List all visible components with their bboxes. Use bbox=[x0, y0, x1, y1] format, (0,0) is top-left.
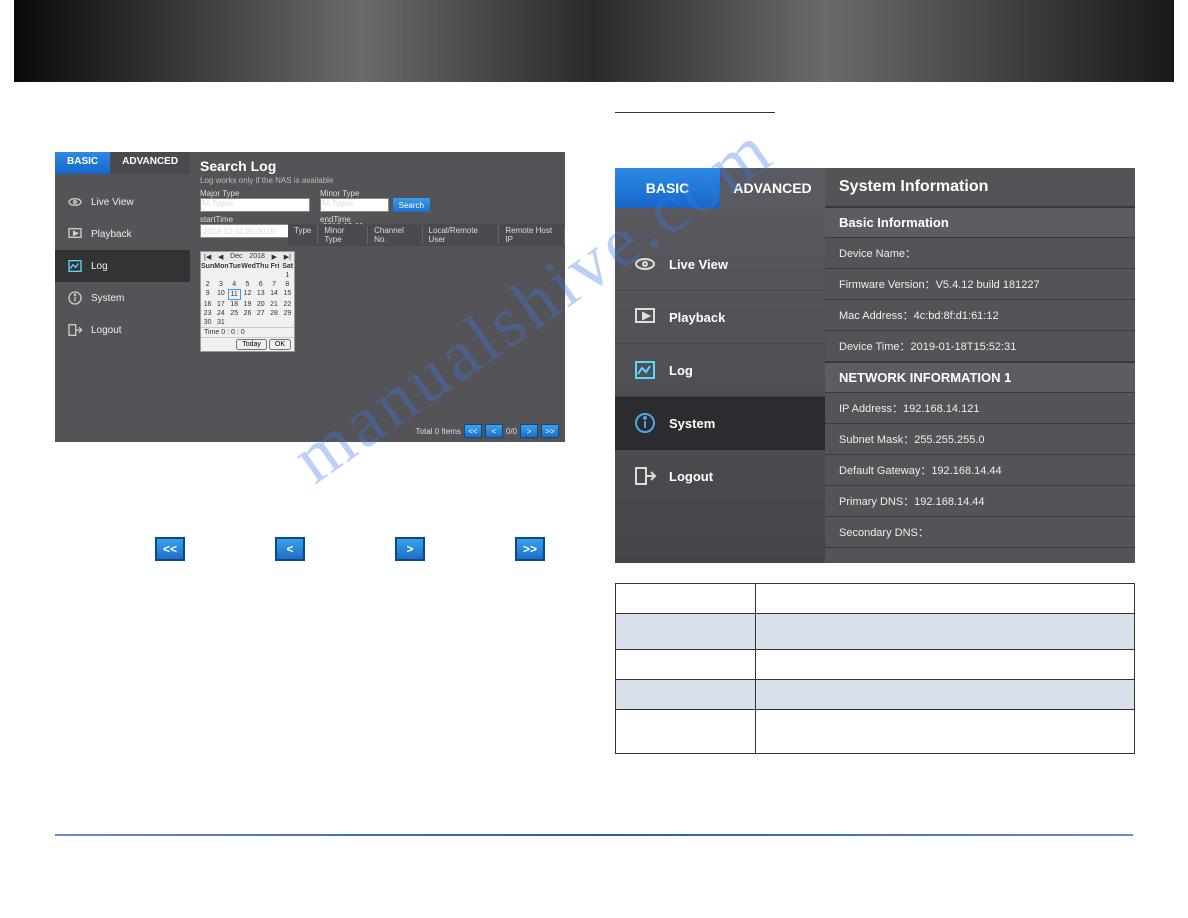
total-items: Total 0 Items bbox=[416, 427, 461, 436]
info-icon bbox=[67, 290, 83, 306]
page-last-button[interactable]: >> bbox=[541, 424, 559, 438]
dns2-row: Secondary DNS： bbox=[825, 517, 1135, 548]
page-first-button[interactable]: << bbox=[464, 424, 482, 438]
nav-first-button[interactable]: << bbox=[155, 537, 185, 561]
network-info-heading: NETWORK INFORMATION 1 bbox=[825, 362, 1135, 393]
sidebar-item-label: System bbox=[91, 293, 124, 304]
search-log-title: Search Log bbox=[200, 158, 555, 174]
eye-icon bbox=[67, 194, 83, 210]
sidebar-item-label: Log bbox=[91, 261, 108, 272]
tab-basic[interactable]: BASIC bbox=[55, 152, 110, 174]
sidebar-item-liveview[interactable]: Live View bbox=[55, 186, 190, 218]
basic-info-heading: Basic Information bbox=[825, 207, 1135, 238]
minor-type-select[interactable]: All Types bbox=[320, 198, 389, 212]
tab-advanced[interactable]: ADVANCED bbox=[110, 152, 190, 174]
cal-next-month[interactable]: ▶ bbox=[272, 253, 277, 261]
page-indicator: 0/0 bbox=[506, 427, 517, 436]
system-info-app: BASIC ADVANCED Live View Playback Lo bbox=[615, 168, 1135, 563]
cal-days-grid[interactable]: 1234567891011121314151617181920212223242… bbox=[201, 271, 294, 327]
nav-prev-button[interactable]: < bbox=[275, 537, 305, 561]
cal-month: Dec bbox=[230, 253, 242, 261]
gateway-row: Default Gateway：192.168.14.44 bbox=[825, 455, 1135, 486]
cal-year: 2018 bbox=[249, 253, 265, 261]
sidebar-item-logout[interactable]: Logout bbox=[55, 314, 190, 346]
sidebar-item-label: Playback bbox=[669, 310, 725, 325]
sidebar-item-label: Playback bbox=[91, 229, 132, 240]
sidebar-item-playback[interactable]: Playback bbox=[55, 218, 190, 250]
eye-icon bbox=[633, 252, 657, 276]
minor-type-label: Minor Type bbox=[320, 189, 430, 198]
sidebar-item-label: Logout bbox=[91, 325, 122, 336]
sidebar-item-system[interactable]: System bbox=[615, 397, 825, 450]
mac-row: Mac Address：4c:bd:8f:d1:61:12 bbox=[825, 300, 1135, 331]
sidebar-item-label: Live View bbox=[91, 197, 134, 208]
ip-row: IP Address：192.168.14.121 bbox=[825, 393, 1135, 424]
sidebar-item-label: Logout bbox=[669, 469, 713, 484]
sidebar-item-logout[interactable]: Logout bbox=[615, 450, 825, 503]
sidebar-item-liveview[interactable]: Live View bbox=[615, 238, 825, 291]
tab-basic[interactable]: BASIC bbox=[615, 168, 720, 208]
cal-prev-year[interactable]: |◀ bbox=[204, 253, 211, 261]
major-type-label: Major Type bbox=[200, 189, 310, 198]
system-info-title: System Information bbox=[825, 168, 1135, 207]
section-underline bbox=[615, 112, 775, 113]
start-time-label: startTime bbox=[200, 215, 310, 224]
major-type-select[interactable]: All Types bbox=[200, 198, 310, 212]
sidebar-item-system[interactable]: System bbox=[55, 282, 190, 314]
play-icon bbox=[633, 305, 657, 329]
search-button[interactable]: Search bbox=[393, 198, 430, 212]
log-table-header: TypeMinor TypeChannel No.Local/Remote Us… bbox=[288, 224, 565, 246]
calendar-popup[interactable]: |◀ ◀ Dec 2018 ▶ ▶| SunMonTueWedThuFriSat… bbox=[200, 251, 295, 352]
sidebar-item-log[interactable]: Log bbox=[615, 344, 825, 397]
sidebar-item-log[interactable]: Log bbox=[55, 250, 190, 282]
dns1-row: Primary DNS：192.168.14.44 bbox=[825, 486, 1135, 517]
logout-icon bbox=[67, 322, 83, 338]
nav-next-button[interactable]: > bbox=[395, 537, 425, 561]
sidebar-item-label: Live View bbox=[669, 257, 728, 272]
device-time-row: Device Time：2019-01-18T15:52:31 bbox=[825, 331, 1135, 362]
nav-last-button[interactable]: >> bbox=[515, 537, 545, 561]
cal-prev-month[interactable]: ◀ bbox=[218, 253, 223, 261]
search-log-app: BASIC ADVANCED Live View Playback Log bbox=[55, 152, 565, 442]
log-icon bbox=[633, 358, 657, 382]
sidebar-item-label: Log bbox=[669, 363, 693, 378]
top-banner bbox=[14, 0, 1174, 82]
tab-advanced[interactable]: ADVANCED bbox=[720, 168, 825, 208]
footer-divider bbox=[55, 834, 1133, 836]
info-icon bbox=[633, 411, 657, 435]
sidebar-item-label: System bbox=[669, 416, 715, 431]
firmware-row: Firmware Version：V5.4.12 build 181227 bbox=[825, 269, 1135, 300]
page-prev-button[interactable]: < bbox=[485, 424, 503, 438]
play-icon bbox=[67, 226, 83, 242]
log-icon bbox=[67, 258, 83, 274]
logout-icon bbox=[633, 464, 657, 488]
sidebar-item-playback[interactable]: Playback bbox=[615, 291, 825, 344]
cal-today-button[interactable]: Today bbox=[236, 339, 267, 350]
search-log-subtitle: Log works only if the NAS is available bbox=[200, 176, 555, 185]
page-next-button[interactable]: > bbox=[520, 424, 538, 438]
cal-ok-button[interactable]: OK bbox=[269, 339, 291, 350]
device-name-row: Device Name： bbox=[825, 238, 1135, 269]
cal-dow-row: SunMonTueWedThuFriSat bbox=[201, 262, 294, 271]
info-table bbox=[615, 583, 1135, 754]
cal-next-year[interactable]: ▶| bbox=[284, 253, 291, 261]
start-time-input[interactable]: 2018-12-11 00:00:00▦ bbox=[200, 224, 300, 238]
subnet-row: Subnet Mask：255.255.255.0 bbox=[825, 424, 1135, 455]
